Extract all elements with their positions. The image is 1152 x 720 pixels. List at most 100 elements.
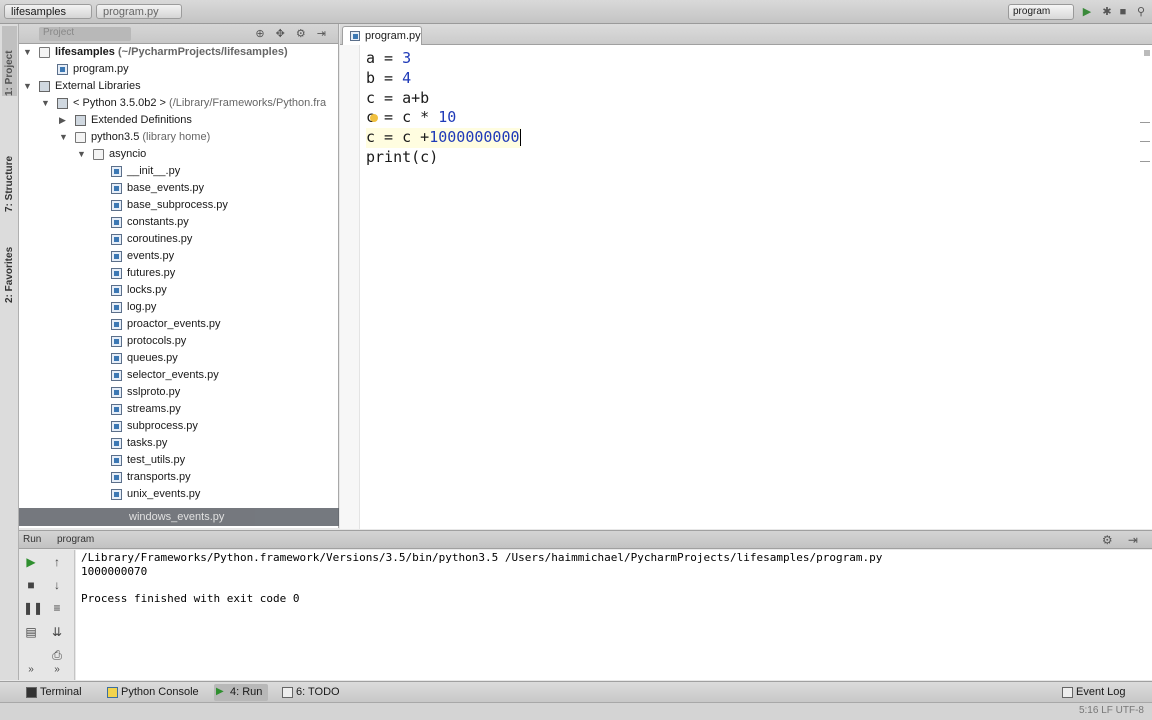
- restore-layout-icon[interactable]: ▤: [23, 624, 39, 640]
- tree-item[interactable]: program.py: [19, 61, 338, 78]
- collapse-arrow-icon[interactable]: ▼: [23, 78, 33, 95]
- tree-item[interactable]: events.py: [19, 248, 338, 265]
- code-line[interactable]: c = c +1000000000: [366, 128, 521, 148]
- code-editor[interactable]: a = 3b = 4c = a+b c = c * 10 c = c +100000…: [340, 45, 1152, 529]
- tree-item[interactable]: __init__.py: [19, 163, 338, 180]
- scroll-down-icon[interactable]: ↓: [49, 577, 65, 593]
- error-stripe-mark[interactable]: [1140, 161, 1150, 162]
- code-line[interactable]: b = 4: [366, 69, 521, 89]
- code-line[interactable]: print(c): [366, 148, 521, 168]
- breadcrumb-file[interactable]: program.py: [96, 4, 182, 19]
- tree-item[interactable]: selector_events.py: [19, 367, 338, 384]
- tree-item[interactable]: log.py: [19, 299, 338, 316]
- scroll-to-end-icon[interactable]: ⇊: [49, 624, 65, 640]
- text-caret: [519, 129, 521, 147]
- folder-icon: [93, 149, 104, 160]
- python-file-icon: [350, 31, 360, 41]
- tree-item[interactable]: ▼ python3.5 (library home): [19, 129, 338, 146]
- code-line[interactable]: c = c * 10: [366, 108, 521, 128]
- run-icon[interactable]: ▶: [1080, 5, 1094, 19]
- tool-tab-structure[interactable]: 7: Structure: [2, 132, 17, 212]
- tree-item[interactable]: proactor_events.py: [19, 316, 338, 333]
- library-icon: [57, 98, 68, 109]
- status-bar: 5:16 LF UTF-8: [0, 702, 1152, 720]
- navigation-bar: lifesamples program.py program ▶ ✱ ■ ⚲: [0, 0, 1152, 24]
- debug-icon[interactable]: ✱: [1100, 5, 1114, 19]
- python-file-icon: [111, 285, 122, 296]
- code-area[interactable]: a = 3b = 4c = a+b c = c * 10 c = c +100000…: [366, 49, 521, 168]
- tool-tab-terminal-label: Terminal: [40, 686, 82, 698]
- tool-tab-event-log[interactable]: Event Log: [1060, 684, 1126, 701]
- tree-item[interactable]: locks.py: [19, 282, 338, 299]
- error-stripe-mark[interactable]: [1140, 141, 1150, 142]
- search-everywhere-icon[interactable]: ⚲: [1134, 5, 1148, 19]
- tree-item[interactable]: unix_events.py: [19, 486, 338, 503]
- tree-item[interactable]: ▼ < Python 3.5.0b2 > (/Library/Frameworks…: [19, 95, 338, 112]
- code-line[interactable]: c = a+b: [366, 89, 521, 109]
- run-panel-settings-icon[interactable]: ⚙ ⇥: [1102, 531, 1144, 549]
- tool-tab-terminal[interactable]: Terminal: [24, 684, 82, 701]
- tree-item[interactable]: subprocess.py: [19, 418, 338, 435]
- python-file-icon: [111, 319, 122, 330]
- caret-position[interactable]: 5:16 LF UTF-8: [1079, 705, 1144, 716]
- tree-item[interactable]: sslproto.py: [19, 384, 338, 401]
- tree-item-label: asyncio: [109, 148, 147, 160]
- tree-item[interactable]: futures.py: [19, 265, 338, 282]
- tree-item[interactable]: ▼ External Libraries: [19, 78, 338, 95]
- collapse-arrow-icon[interactable]: ▼: [59, 129, 69, 146]
- soft-wrap-icon[interactable]: ≡: [49, 600, 65, 616]
- stop-icon[interactable]: ■: [1116, 5, 1130, 19]
- expand-arrow-icon[interactable]: ▶: [59, 112, 69, 129]
- run-console[interactable]: /Library/Frameworks/Python.framework/Ver…: [76, 550, 1152, 680]
- run-configuration-select[interactable]: program: [1008, 4, 1074, 20]
- rerun-icon[interactable]: ▶: [23, 554, 39, 570]
- tool-tab-project[interactable]: 1: Project: [2, 26, 17, 96]
- pause-icon[interactable]: ❚❚: [23, 600, 43, 616]
- print-icon[interactable]: ⎙: [49, 647, 65, 663]
- more-actions-icon[interactable]: »: [23, 662, 39, 678]
- error-stripe-mark[interactable]: [1140, 122, 1150, 123]
- editor-gutter[interactable]: [340, 45, 360, 529]
- tree-item-label: log.py: [127, 301, 157, 313]
- tool-tab-favorites[interactable]: 2: Favorites: [2, 227, 17, 303]
- code-token: c = a+b: [366, 88, 430, 107]
- tree-item-label: Extended Definitions: [91, 114, 192, 126]
- tree-item-label: test_utils.py: [127, 454, 186, 466]
- tree-item[interactable]: base_events.py: [19, 180, 338, 197]
- tree-item[interactable]: base_subprocess.py: [19, 197, 338, 214]
- tree-item-label: unix_events.py: [127, 488, 201, 500]
- more-actions-icon[interactable]: »: [49, 662, 65, 678]
- tree-item[interactable]: protocols.py: [19, 333, 338, 350]
- tree-item[interactable]: test_utils.py: [19, 452, 338, 469]
- tree-item[interactable]: ▼ lifesamples (~/PycharmProjects/lifesamp…: [19, 44, 338, 61]
- python-file-icon: [111, 268, 122, 279]
- tree-item[interactable]: queues.py: [19, 350, 338, 367]
- collapse-arrow-icon[interactable]: ▼: [23, 44, 33, 61]
- collapse-arrow-icon[interactable]: ▼: [41, 95, 51, 112]
- tree-item[interactable]: transports.py: [19, 469, 338, 486]
- tool-tab-python-console[interactable]: Python Console: [105, 684, 199, 701]
- breadcrumb-project[interactable]: lifesamples: [4, 4, 92, 19]
- tree-item-path-hint: (~/PycharmProjects/lifesamples): [114, 46, 288, 58]
- stop-icon[interactable]: ■: [23, 577, 39, 593]
- console-output-line: /Library/Frameworks/Python.framework/Ver…: [81, 551, 883, 564]
- code-line[interactable]: a = 3: [366, 49, 521, 69]
- collapse-arrow-icon[interactable]: ▼: [77, 146, 87, 163]
- tree-item-label: program.py: [73, 63, 129, 75]
- scroll-up-icon[interactable]: ↑: [49, 554, 65, 570]
- tool-tab-run[interactable]: ▶ 4: Run: [214, 684, 268, 701]
- dragged-tree-item[interactable]: windows_events.py: [19, 508, 339, 526]
- project-panel-actions[interactable]: ⊕ ✥ ⚙ ⇥: [255, 27, 330, 40]
- tree-item[interactable]: tasks.py: [19, 435, 338, 452]
- tree-item[interactable]: coroutines.py: [19, 231, 338, 248]
- tree-item[interactable]: ▶ Extended Definitions: [19, 112, 338, 129]
- run-tab-program[interactable]: program: [57, 531, 94, 549]
- tree-item[interactable]: streams.py: [19, 401, 338, 418]
- inspection-status-icon[interactable]: [1144, 50, 1150, 56]
- project-view-selector[interactable]: Project: [39, 27, 131, 41]
- tool-tab-todo[interactable]: 6: TODO: [280, 684, 340, 701]
- tree-item[interactable]: constants.py: [19, 214, 338, 231]
- editor-tab-program[interactable]: program.py: [342, 26, 422, 45]
- tree-item[interactable]: ▼ asyncio: [19, 146, 338, 163]
